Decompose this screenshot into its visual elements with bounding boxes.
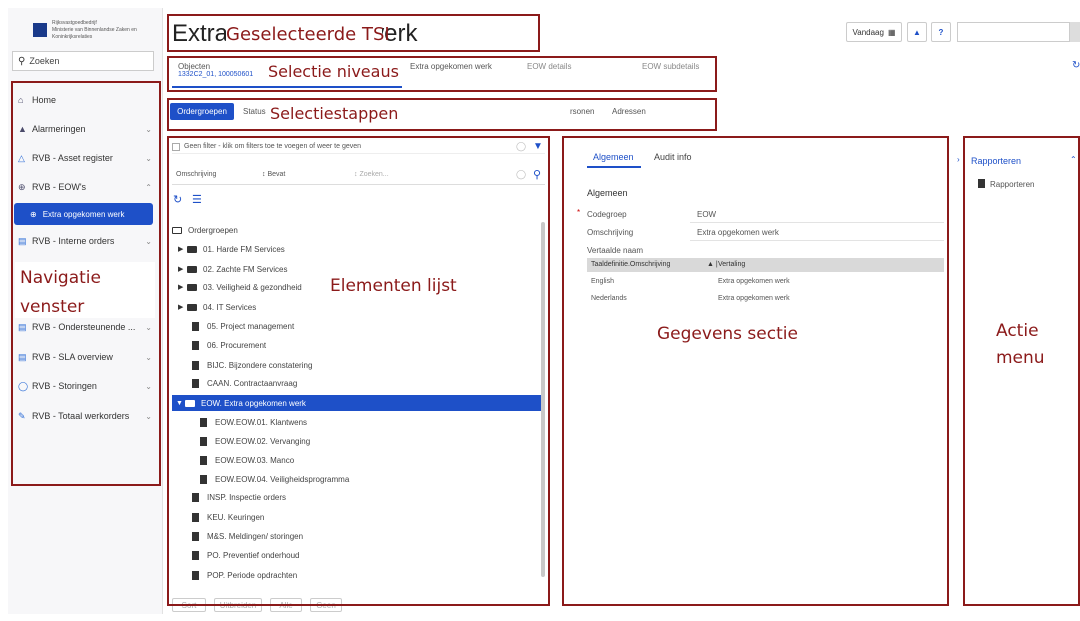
- annotation-levels: Selectie niveaus: [268, 62, 399, 81]
- annotation-box-levels: [167, 56, 717, 92]
- logo-text: Ministerie van Binnenlandse Zaken en: [52, 26, 137, 33]
- logo: Rijksvastgoedbedrijf Ministerie van Binn…: [33, 16, 158, 44]
- bell-icon: ▲: [913, 27, 921, 37]
- annotation-navigation: venster: [20, 297, 85, 317]
- header-search-input[interactable]: [957, 22, 1070, 42]
- search-input[interactable]: Zoeken: [29, 56, 59, 66]
- logo-crest-icon: [33, 23, 47, 37]
- refresh-icon[interactable]: ↻: [1072, 60, 1080, 71]
- annotation-actions: Actie: [996, 321, 1039, 341]
- help-button[interactable]: ?: [931, 22, 951, 42]
- logo-text: Rijksvastgoedbedrijf: [52, 19, 97, 26]
- search-icon: ⚲: [18, 55, 26, 67]
- annotation-actions: menu: [996, 348, 1045, 368]
- annotation-box-data: [562, 136, 949, 606]
- annotation-data: Gegevens sectie: [657, 324, 798, 344]
- annotation-title: Geselecteerde TSI: [226, 24, 390, 45]
- help-icon: ?: [938, 27, 944, 37]
- annotation-list: Elementen lijst: [330, 276, 457, 296]
- today-button[interactable]: Vandaag ▦: [846, 22, 902, 42]
- annotation-box-actions: [963, 136, 1080, 606]
- header-search-button[interactable]: [1070, 22, 1080, 42]
- notifications-button[interactable]: ▲: [907, 22, 927, 42]
- logo-text: Koninkrijksrelaties: [52, 33, 93, 40]
- annotation-box-list: [167, 136, 550, 606]
- today-label: Vandaag: [852, 27, 884, 37]
- annotation-navigation: Navigatie: [20, 268, 101, 288]
- annotation-steps: Selectiestappen: [270, 104, 399, 123]
- action-menu-toggle-icon[interactable]: ›: [957, 155, 960, 164]
- calendar-icon: ▦: [887, 27, 896, 37]
- annotation-box-steps: [167, 98, 717, 131]
- search-box[interactable]: ⚲ Zoeken: [12, 51, 154, 71]
